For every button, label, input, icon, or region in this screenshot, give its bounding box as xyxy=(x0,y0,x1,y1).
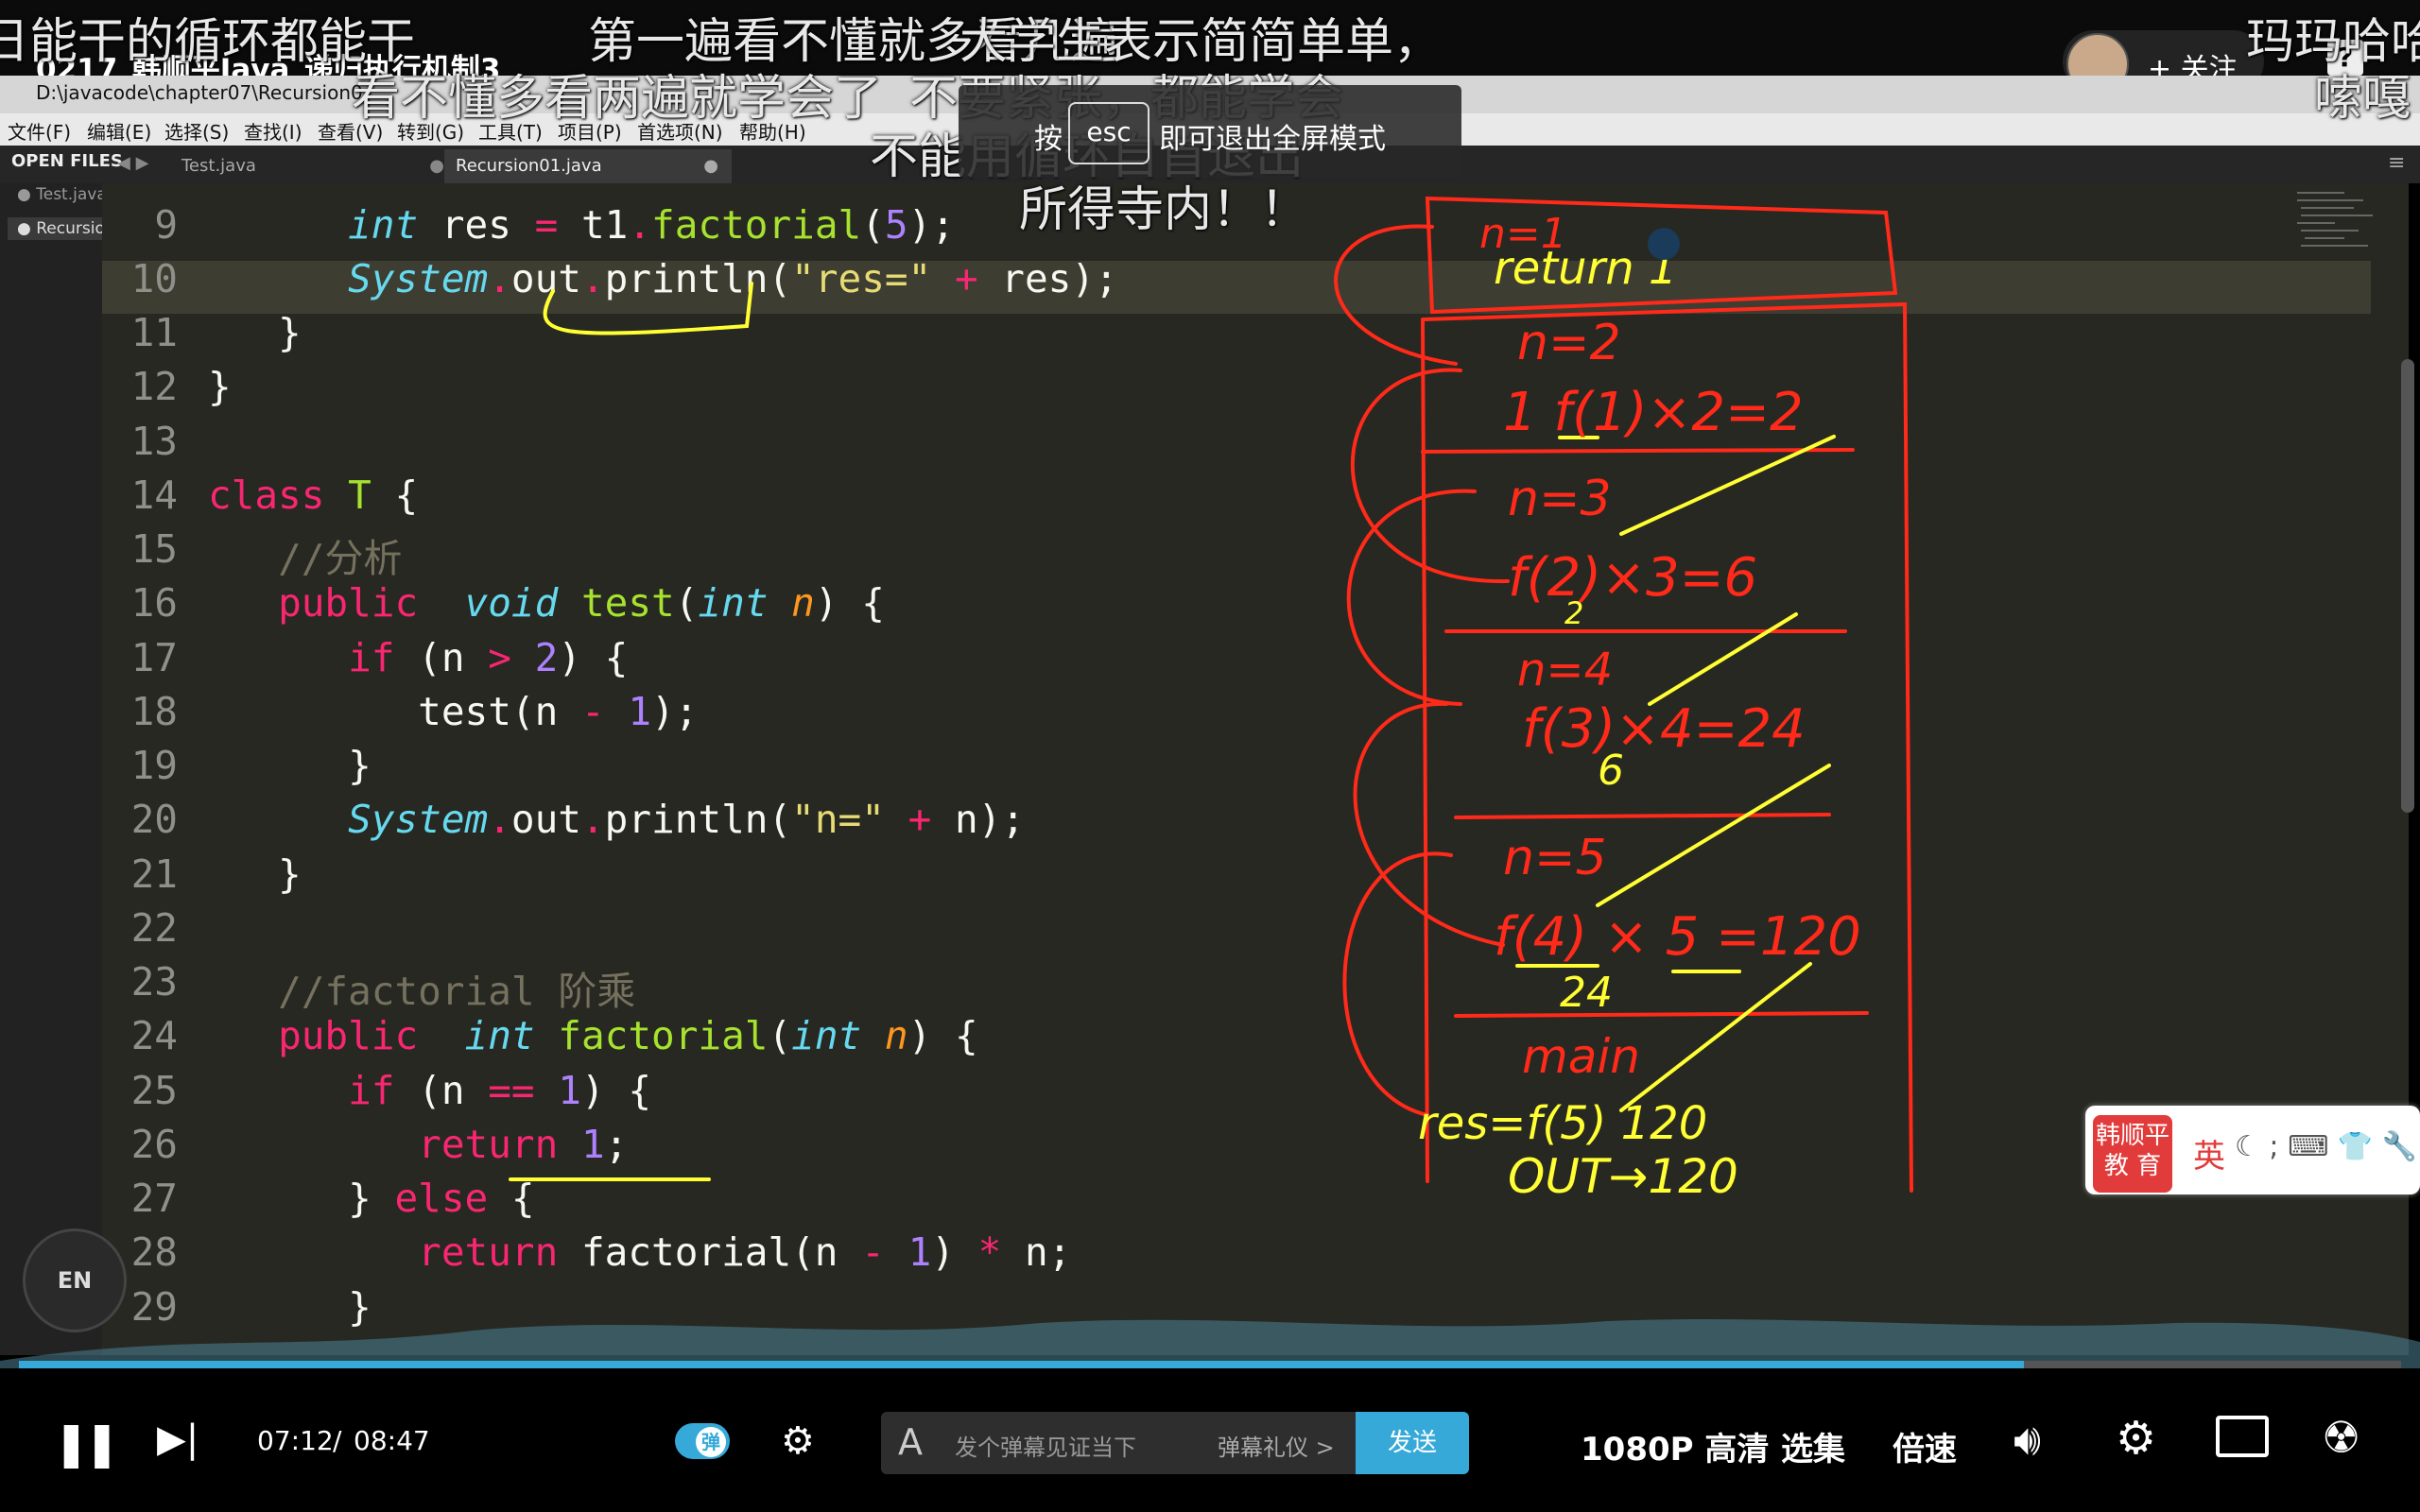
pause-icon[interactable]: ❚❚ xyxy=(53,1418,120,1469)
danmaku-comment: 嗦嘎 xyxy=(2314,71,2411,127)
danmaku-send-button[interactable]: 发送 xyxy=(1356,1412,1469,1474)
frame-divider xyxy=(1454,813,1831,819)
quality-button[interactable]: 1080P 高清 xyxy=(1581,1423,1769,1469)
annot-n2: n=2 xyxy=(1517,315,1621,371)
danmaku-etiquette-link[interactable]: 弹幕礼仪 > xyxy=(1218,1429,1335,1462)
call-arrow xyxy=(1350,368,1510,584)
danmaku-style-icon[interactable]: A xyxy=(898,1421,923,1463)
annot-res: res=f(5) 120 xyxy=(1418,1097,1707,1150)
call-arrow xyxy=(1353,701,1505,947)
settings-icon[interactable]: ⚙ xyxy=(2116,1412,2156,1465)
annot-f3: f(3)×4=24 xyxy=(1522,698,1806,760)
annot-n4: n=4 xyxy=(1517,644,1613,696)
ime-logo: 韩顺平 教 育 xyxy=(2093,1115,2172,1193)
volume-icon[interactable]: 🔊︎ xyxy=(2014,1414,2041,1467)
return-arrow xyxy=(1648,612,1798,706)
annot-f2: f(2)×3=6 xyxy=(1508,547,1757,609)
call-arrow xyxy=(1334,224,1458,366)
frame-divider xyxy=(1454,1011,1869,1018)
esc-key-badge: esc xyxy=(1068,102,1150,164)
annot-n5: n=5 xyxy=(1503,830,1607,886)
fullscreen-hint-text: 即可退出全屏模式 xyxy=(1159,123,1386,156)
cursor-dot xyxy=(1648,228,1680,260)
time-separator: / xyxy=(333,1425,342,1456)
annot-2: 2 xyxy=(1564,595,1583,631)
frame-divider xyxy=(1421,448,1855,454)
underline xyxy=(543,282,753,335)
danmaku-settings-icon[interactable]: ⚙ xyxy=(781,1419,815,1463)
episodes-button[interactable]: 选集 xyxy=(1781,1423,1845,1469)
danmaku-placeholder: 发个弹幕见证当下 xyxy=(955,1435,1136,1461)
ime-language-toggle[interactable]: 英 xyxy=(2193,1130,2225,1177)
annot-24: 24 xyxy=(1560,969,1613,1017)
annot-main: main xyxy=(1522,1029,1640,1084)
progress-heatmap xyxy=(0,1319,2420,1370)
danmaku-comment: 看不懂多看两遍就学会了 xyxy=(352,71,883,127)
danmaku-toggle-icon: 弹 xyxy=(696,1427,726,1457)
next-icon[interactable]: ▶| xyxy=(157,1418,199,1461)
return-arrow xyxy=(1619,962,1812,1112)
fullscreen-hint-prefix: 按 xyxy=(1034,123,1063,156)
annot-out: OUT→120 xyxy=(1508,1149,1738,1204)
fullscreen-exit-icon[interactable]: ☢ xyxy=(2322,1412,2360,1463)
annot-6: 6 xyxy=(1598,747,1624,795)
return-arrow xyxy=(1596,764,1831,907)
annot-f1: 1 f(1)×2=2 xyxy=(1503,382,1804,443)
annot-f4: f(4) × 5 =120 xyxy=(1494,906,1861,968)
time-total: 08:47 xyxy=(354,1425,430,1456)
speed-button[interactable]: 倍速 xyxy=(1893,1423,1957,1469)
picture-in-picture-icon[interactable] xyxy=(2216,1416,2269,1457)
danmaku-comment: 所得寺内！！ xyxy=(1019,182,1309,238)
time-current: 07:12 xyxy=(257,1425,334,1456)
progress-fill xyxy=(19,1361,2025,1368)
call-arrow xyxy=(1346,489,1477,706)
ime-tool-icons[interactable]: ☾ ; ⌨ 👕 🔧 xyxy=(2235,1130,2417,1163)
annot-n3: n=3 xyxy=(1508,471,1612,527)
